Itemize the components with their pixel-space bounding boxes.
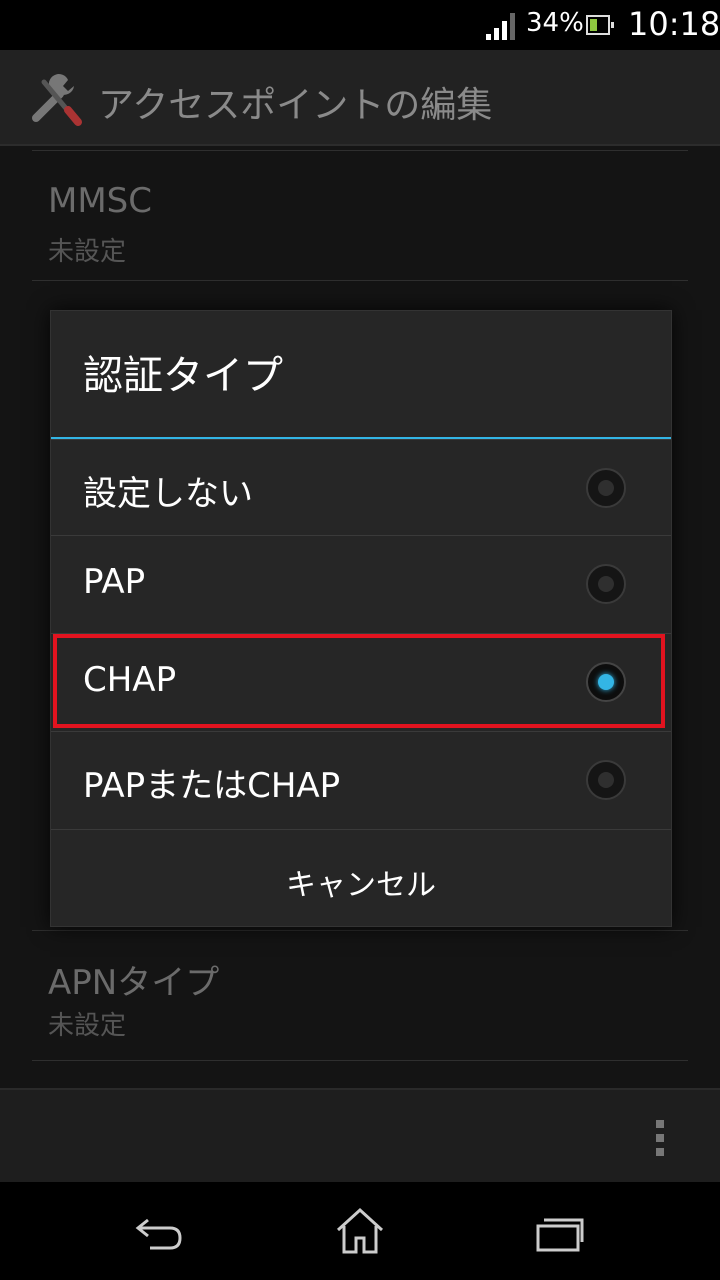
- option-pap-or-chap[interactable]: PAPまたはCHAP: [51, 731, 671, 828]
- back-icon[interactable]: [128, 1206, 188, 1256]
- option-chap[interactable]: CHAP: [51, 633, 671, 730]
- battery-icon: [586, 15, 614, 35]
- list-item-title: APNタイプ: [48, 963, 220, 1003]
- bottom-action-bar: [0, 1088, 720, 1184]
- clock: 10:18: [628, 5, 720, 43]
- list-item-subtitle: 未設定: [48, 237, 127, 267]
- home-icon[interactable]: [330, 1206, 390, 1256]
- option-pap[interactable]: PAP: [51, 535, 671, 632]
- cancel-label: キャンセル: [286, 868, 436, 903]
- auth-type-dialog: 認証タイプ 設定しない PAP CHAP PAPまたはCHAP キャンセル: [50, 310, 672, 927]
- overflow-menu-icon[interactable]: [654, 1120, 666, 1160]
- radio-button[interactable]: [586, 760, 626, 800]
- radio-button[interactable]: [586, 468, 626, 508]
- list-item[interactable]: APNタイプ 未設定: [32, 930, 688, 1061]
- status-bar: 34% 10:18: [0, 0, 720, 50]
- wrench-screwdriver-icon[interactable]: [30, 72, 84, 126]
- option-label: 設定しない: [83, 474, 253, 514]
- recent-apps-icon[interactable]: [530, 1206, 590, 1256]
- list-item[interactable]: MMSC 未設定: [32, 150, 688, 281]
- action-bar: アクセスポイントの編集: [0, 50, 720, 146]
- cancel-button[interactable]: キャンセル: [51, 829, 671, 926]
- radio-button-selected[interactable]: [586, 662, 626, 702]
- list-divider: [32, 280, 688, 281]
- page-title: アクセスポイントの編集: [98, 85, 493, 126]
- battery-percent: 34%: [526, 8, 584, 38]
- option-label: CHAP: [83, 660, 177, 700]
- list-item-subtitle: 未設定: [48, 1011, 127, 1041]
- option-none[interactable]: 設定しない: [51, 439, 671, 536]
- navigation-bar: [0, 1182, 720, 1280]
- option-label: PAPまたはCHAP: [83, 766, 341, 806]
- option-label: PAP: [83, 562, 146, 602]
- list-divider: [32, 1060, 688, 1061]
- radio-button[interactable]: [586, 564, 626, 604]
- list-item-title: MMSC: [48, 181, 152, 221]
- dialog-title: 認証タイプ: [83, 353, 283, 399]
- signal-icon: [486, 13, 515, 40]
